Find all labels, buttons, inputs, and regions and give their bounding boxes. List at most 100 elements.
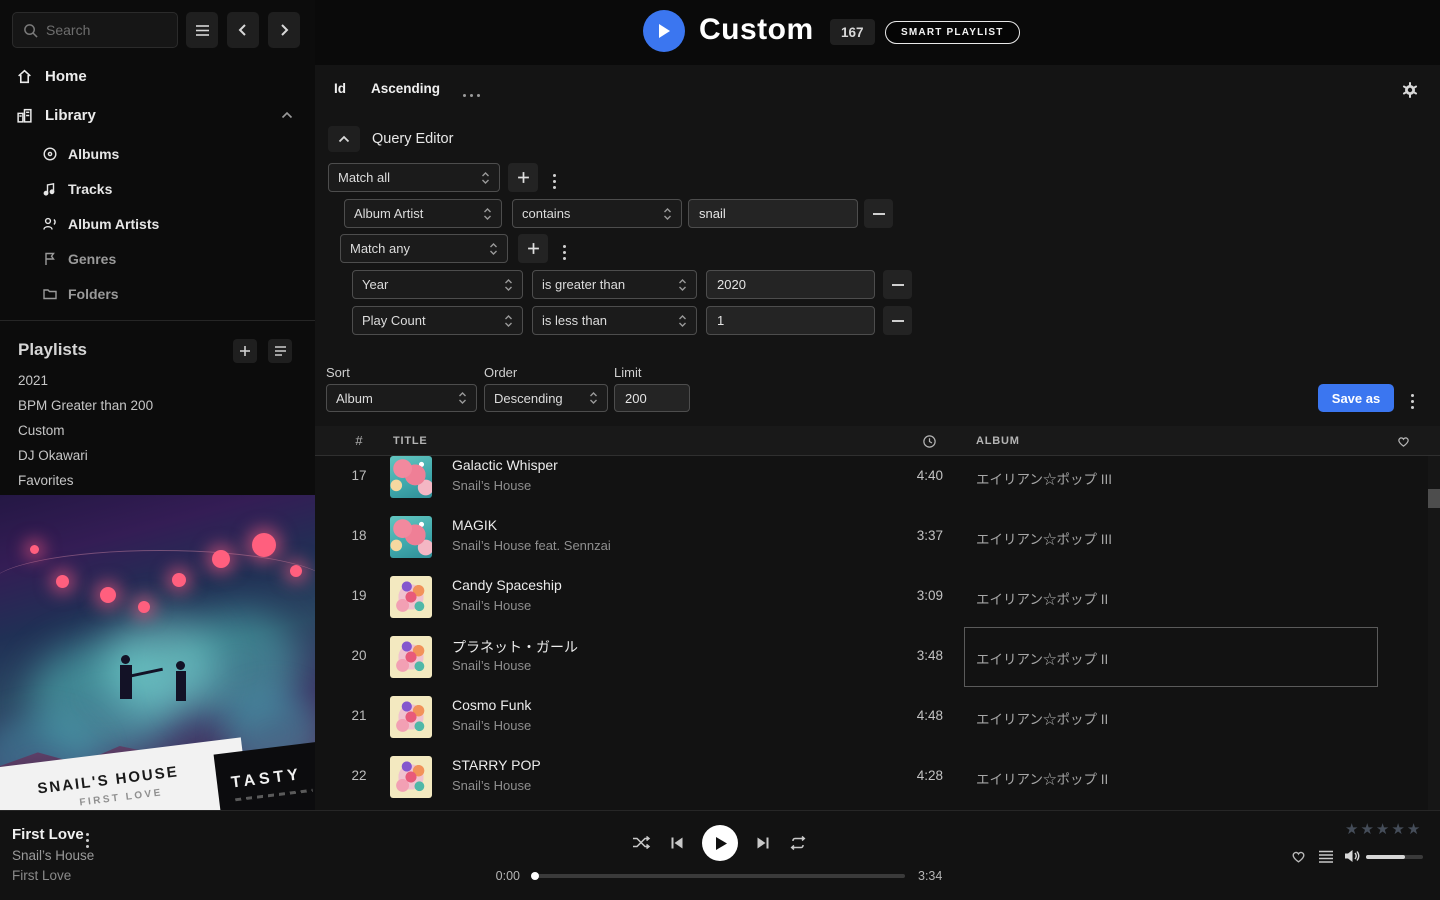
favorite-button[interactable] [1290, 848, 1307, 864]
track-title[interactable]: Galactic Whisper [452, 457, 558, 473]
save-as-button[interactable]: Save as [1318, 384, 1394, 412]
add-rule-button[interactable] [518, 234, 548, 263]
match-type-select[interactable]: Match any [340, 234, 508, 263]
sidebar-item-album-artists[interactable]: Album Artists [0, 206, 315, 241]
limit-input[interactable] [614, 384, 690, 412]
track-artist[interactable]: Snail’s House [452, 478, 531, 493]
column-header-title[interactable]: TITLE [393, 435, 428, 447]
rule-value-input[interactable] [706, 306, 875, 335]
menu-button[interactable] [186, 12, 218, 48]
remove-rule-button[interactable] [864, 199, 893, 228]
volume-icon[interactable] [1344, 848, 1361, 864]
column-header-index[interactable]: # [339, 433, 379, 448]
favorite-heart-icon[interactable] [1396, 434, 1411, 448]
sidebar-item-tracks[interactable]: Tracks [0, 171, 315, 206]
playlist-item-custom[interactable]: Custom [18, 418, 298, 443]
album-art-thumbnail[interactable] [390, 516, 432, 558]
table-row[interactable]: 21 Cosmo Funk Snail’s House 4:48 エイリアン☆ポ… [315, 687, 1440, 747]
playlist-item-2021[interactable]: 2021 [18, 368, 298, 393]
queue-button[interactable] [1318, 850, 1334, 863]
track-album[interactable]: エイリアン☆ポップ III [976, 468, 1376, 488]
save-options-kebab-icon[interactable] [1407, 390, 1418, 413]
star-icon[interactable]: ★ [1360, 820, 1373, 838]
table-row[interactable]: 20 プラネット・ガール Snail’s House 3:48 エイリアン☆ポッ… [315, 627, 1440, 687]
album-art-thumbnail[interactable] [390, 636, 432, 678]
scrollbar-thumb[interactable] [1428, 489, 1440, 508]
sort-select[interactable]: Album [326, 384, 477, 412]
track-album[interactable]: エイリアン☆ポップ II [976, 768, 1376, 788]
star-icon[interactable]: ★ [1376, 820, 1389, 838]
sidebar-item-home[interactable]: Home [0, 61, 315, 91]
shuffle-button[interactable] [632, 834, 651, 851]
scrollbar-track[interactable] [1428, 456, 1440, 810]
query-editor-collapse-button[interactable] [328, 126, 360, 152]
track-album[interactable]: エイリアン☆ポップ III [976, 528, 1376, 548]
order-select[interactable]: Descending [484, 384, 608, 412]
rule-field-select[interactable]: Year [352, 270, 523, 299]
star-icon[interactable]: ★ [1407, 820, 1420, 838]
playlist-item-bpm[interactable]: BPM Greater than 200 [18, 393, 298, 418]
rule-operator-select[interactable]: is greater than [532, 270, 697, 299]
now-playing-artist[interactable]: Snail’s House [12, 848, 94, 863]
rule-operator-select[interactable]: is less than [532, 306, 697, 335]
seek-slider-knob[interactable] [531, 872, 539, 880]
album-art-thumbnail[interactable] [390, 456, 432, 498]
track-artist[interactable]: Snail’s House [452, 778, 531, 793]
track-title[interactable]: プラネット・ガール [452, 637, 578, 657]
rule-operator-select[interactable]: contains [512, 199, 682, 228]
star-icon[interactable]: ★ [1345, 820, 1358, 838]
sort-direction-button[interactable]: Ascending [371, 81, 440, 96]
sidebar-item-library[interactable]: Library [0, 100, 315, 130]
track-album[interactable]: エイリアン☆ポップ II [976, 588, 1376, 608]
album-art-thumbnail[interactable] [390, 696, 432, 738]
playlist-item-favorites[interactable]: Favorites [18, 468, 298, 493]
sidebar-item-folders[interactable]: Folders [0, 276, 315, 311]
sidebar-item-genres[interactable]: Genres [0, 241, 315, 276]
now-playing-album[interactable]: First Love [12, 868, 71, 883]
table-row[interactable]: 17 Galactic Whisper Snail’s House 4:40 エ… [315, 456, 1440, 507]
add-playlist-button[interactable] [233, 339, 257, 363]
previous-track-button[interactable] [669, 835, 685, 851]
now-playing-artwork[interactable]: SNAIL'S HOUSE FIRST LOVE TASTY [0, 495, 315, 810]
track-artist[interactable]: Snail’s House [452, 598, 531, 613]
column-header-album[interactable]: ALBUM [976, 435, 1020, 447]
track-artist[interactable]: Snail’s House [452, 658, 531, 673]
rule-field-select[interactable]: Play Count [352, 306, 523, 335]
more-options-icon[interactable] [463, 94, 480, 97]
search-box[interactable] [12, 12, 178, 48]
seek-slider[interactable] [535, 874, 905, 878]
sidebar-item-albums[interactable]: Albums [0, 136, 315, 171]
rule-field-select[interactable]: Album Artist [344, 199, 502, 228]
track-artist[interactable]: Snail’s House [452, 718, 531, 733]
group-options-kebab-icon[interactable] [549, 170, 560, 193]
play-pause-button[interactable] [702, 825, 738, 861]
table-row[interactable]: 22 STARRY POP Snail’s House 4:28 エイリアン☆ポ… [315, 747, 1440, 807]
playlist-list-button[interactable] [268, 339, 292, 363]
remove-rule-button[interactable] [883, 270, 912, 299]
rule-value-input[interactable] [688, 199, 858, 228]
play-playlist-button[interactable] [643, 10, 685, 52]
album-art-thumbnail[interactable] [390, 576, 432, 618]
match-type-select[interactable]: Match all [328, 163, 500, 192]
table-row[interactable]: 19 Candy Spaceship Snail’s House 3:09 エイ… [315, 567, 1440, 627]
track-album[interactable]: エイリアン☆ポップ II [976, 708, 1376, 728]
track-title[interactable]: Cosmo Funk [452, 697, 531, 713]
album-art-thumbnail[interactable] [390, 756, 432, 798]
track-artist[interactable]: Snail’s House feat. Sennzai [452, 538, 611, 553]
sort-field-button[interactable]: Id [334, 81, 346, 96]
nav-forward-button[interactable] [268, 12, 300, 48]
rule-value-input[interactable] [706, 270, 875, 299]
star-icon[interactable]: ★ [1391, 820, 1404, 838]
table-row[interactable]: 18 MAGIK Snail’s House feat. Sennzai 3:3… [315, 507, 1440, 567]
add-rule-button[interactable] [508, 163, 538, 192]
playlist-item-dj-okawari[interactable]: DJ Okawari [18, 443, 298, 468]
repeat-button[interactable] [789, 835, 807, 851]
nav-back-button[interactable] [227, 12, 259, 48]
track-title[interactable]: STARRY POP [452, 757, 541, 773]
next-track-button[interactable] [755, 835, 771, 851]
track-title[interactable]: Candy Spaceship [452, 577, 562, 593]
track-title[interactable]: MAGIK [452, 517, 497, 533]
group-options-kebab-icon[interactable] [559, 241, 570, 264]
duration-clock-icon[interactable] [922, 434, 937, 449]
settings-gear-icon[interactable] [1401, 81, 1419, 99]
